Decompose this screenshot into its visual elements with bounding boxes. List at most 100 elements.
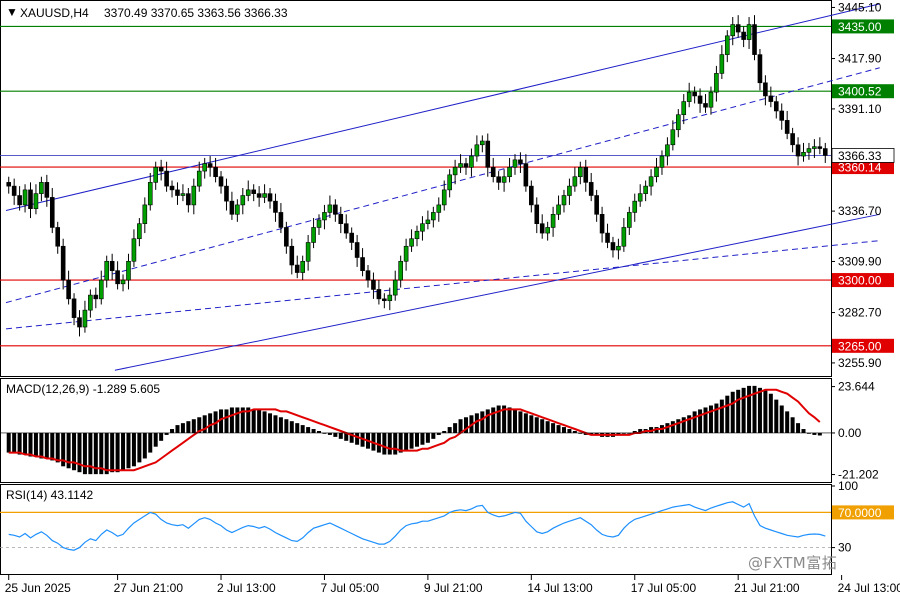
rsi-tick-label: 100 (838, 479, 858, 493)
candle-body (392, 279, 398, 296)
candle-body (420, 223, 425, 232)
candle-body (240, 195, 246, 206)
candle-body (714, 73, 719, 93)
candle-body (376, 289, 382, 300)
macd-tick-label: 0.00 (838, 426, 862, 440)
macd-bar (670, 421, 675, 433)
candle-body (137, 223, 142, 240)
macd-bar (28, 432, 33, 457)
time-tick-label: 17 Jul 05:00 (631, 581, 697, 595)
candle-body (354, 242, 360, 258)
candle-body (147, 182, 153, 206)
candle-body (322, 212, 327, 221)
macd-tick-label: 23.644 (838, 380, 875, 394)
candle-body (28, 189, 33, 209)
candle-body (724, 35, 730, 55)
macd-bar (50, 432, 55, 461)
watermark: @FXTM富拓 (748, 554, 838, 572)
candle-body (207, 163, 213, 168)
macd-bar (115, 432, 120, 473)
candle-body (501, 176, 507, 183)
macd-bar (698, 409, 703, 433)
rsi-panel (0, 484, 832, 575)
macd-bar (747, 385, 752, 433)
candle-body (71, 298, 77, 318)
candle-body (550, 214, 556, 228)
candle-body (675, 114, 681, 131)
macd-bar (88, 432, 93, 475)
macd-bar (431, 432, 436, 439)
macd-bar (567, 429, 572, 433)
macd-bar (404, 432, 409, 451)
candle-body (66, 279, 71, 300)
candle-body (561, 195, 567, 206)
candle-body (431, 212, 436, 221)
macd-bar (768, 393, 773, 433)
candle-body (55, 227, 61, 247)
macd-bar (561, 427, 566, 433)
macd-bar (333, 432, 338, 437)
candle-body (6, 182, 12, 187)
macd-bar (311, 429, 316, 433)
candle-body (621, 227, 627, 247)
candle-body (703, 103, 708, 108)
macd-bar (44, 432, 49, 459)
candle-body (648, 176, 654, 187)
macd-bar (180, 423, 185, 433)
macd-bar (774, 399, 779, 433)
candle-body (752, 24, 757, 55)
macd-bar (137, 432, 142, 463)
candle-body (387, 294, 393, 302)
macd-bar (175, 425, 180, 433)
header-triangle-icon[interactable]: ▼ (6, 5, 18, 19)
rsi-header: RSI(14) 43.1142 (6, 488, 93, 502)
macd-bar (387, 432, 392, 455)
macd-bar (82, 432, 87, 475)
candle-body (196, 170, 202, 187)
candle-body (795, 144, 801, 157)
candle-body (169, 185, 175, 191)
candle-body (578, 167, 583, 178)
candle-body (708, 91, 714, 108)
candle-body (365, 270, 371, 281)
macd-header: MACD(12,26,9) -1.289 5.605 (6, 382, 160, 396)
macd-bar (300, 425, 305, 433)
time-tick-label: 27 Jun 21:00 (114, 581, 184, 595)
candle-body (164, 170, 169, 187)
candle-body (104, 260, 110, 281)
candle-body (262, 193, 267, 198)
macd-bar (415, 432, 419, 447)
macd-bar (785, 411, 790, 433)
candle-body (327, 204, 333, 213)
candle-body (490, 167, 496, 178)
candle-body (583, 167, 589, 183)
macd-bar (273, 415, 278, 433)
macd-bar (692, 411, 697, 433)
candle-body (556, 204, 561, 215)
candle-body (605, 232, 610, 243)
candle-body (186, 193, 191, 206)
candle-body (643, 185, 648, 194)
candle-body (39, 182, 44, 194)
macd-bar (376, 432, 381, 453)
candle-body (594, 195, 599, 215)
candle-body (545, 227, 550, 234)
macd-bar (39, 432, 44, 459)
macd-bar (708, 405, 713, 433)
macd-bar (518, 411, 523, 433)
macd-bar (757, 387, 762, 433)
candle-body (665, 144, 670, 157)
macd-bar (540, 419, 545, 433)
macd-bar (6, 432, 11, 453)
price-tick-label: 3391.10 (838, 102, 882, 116)
candle-body (757, 54, 763, 84)
macd-bar (496, 405, 501, 433)
candle-body (518, 159, 523, 164)
macd-bar (235, 407, 240, 433)
macd-bar (480, 411, 485, 433)
candle-body (801, 152, 806, 157)
candle-body (120, 279, 126, 285)
chart-canvas: 3435.003400.523360.143300.003265.003366.… (0, 0, 900, 595)
candle-body (289, 245, 295, 266)
candle-body (191, 185, 197, 206)
